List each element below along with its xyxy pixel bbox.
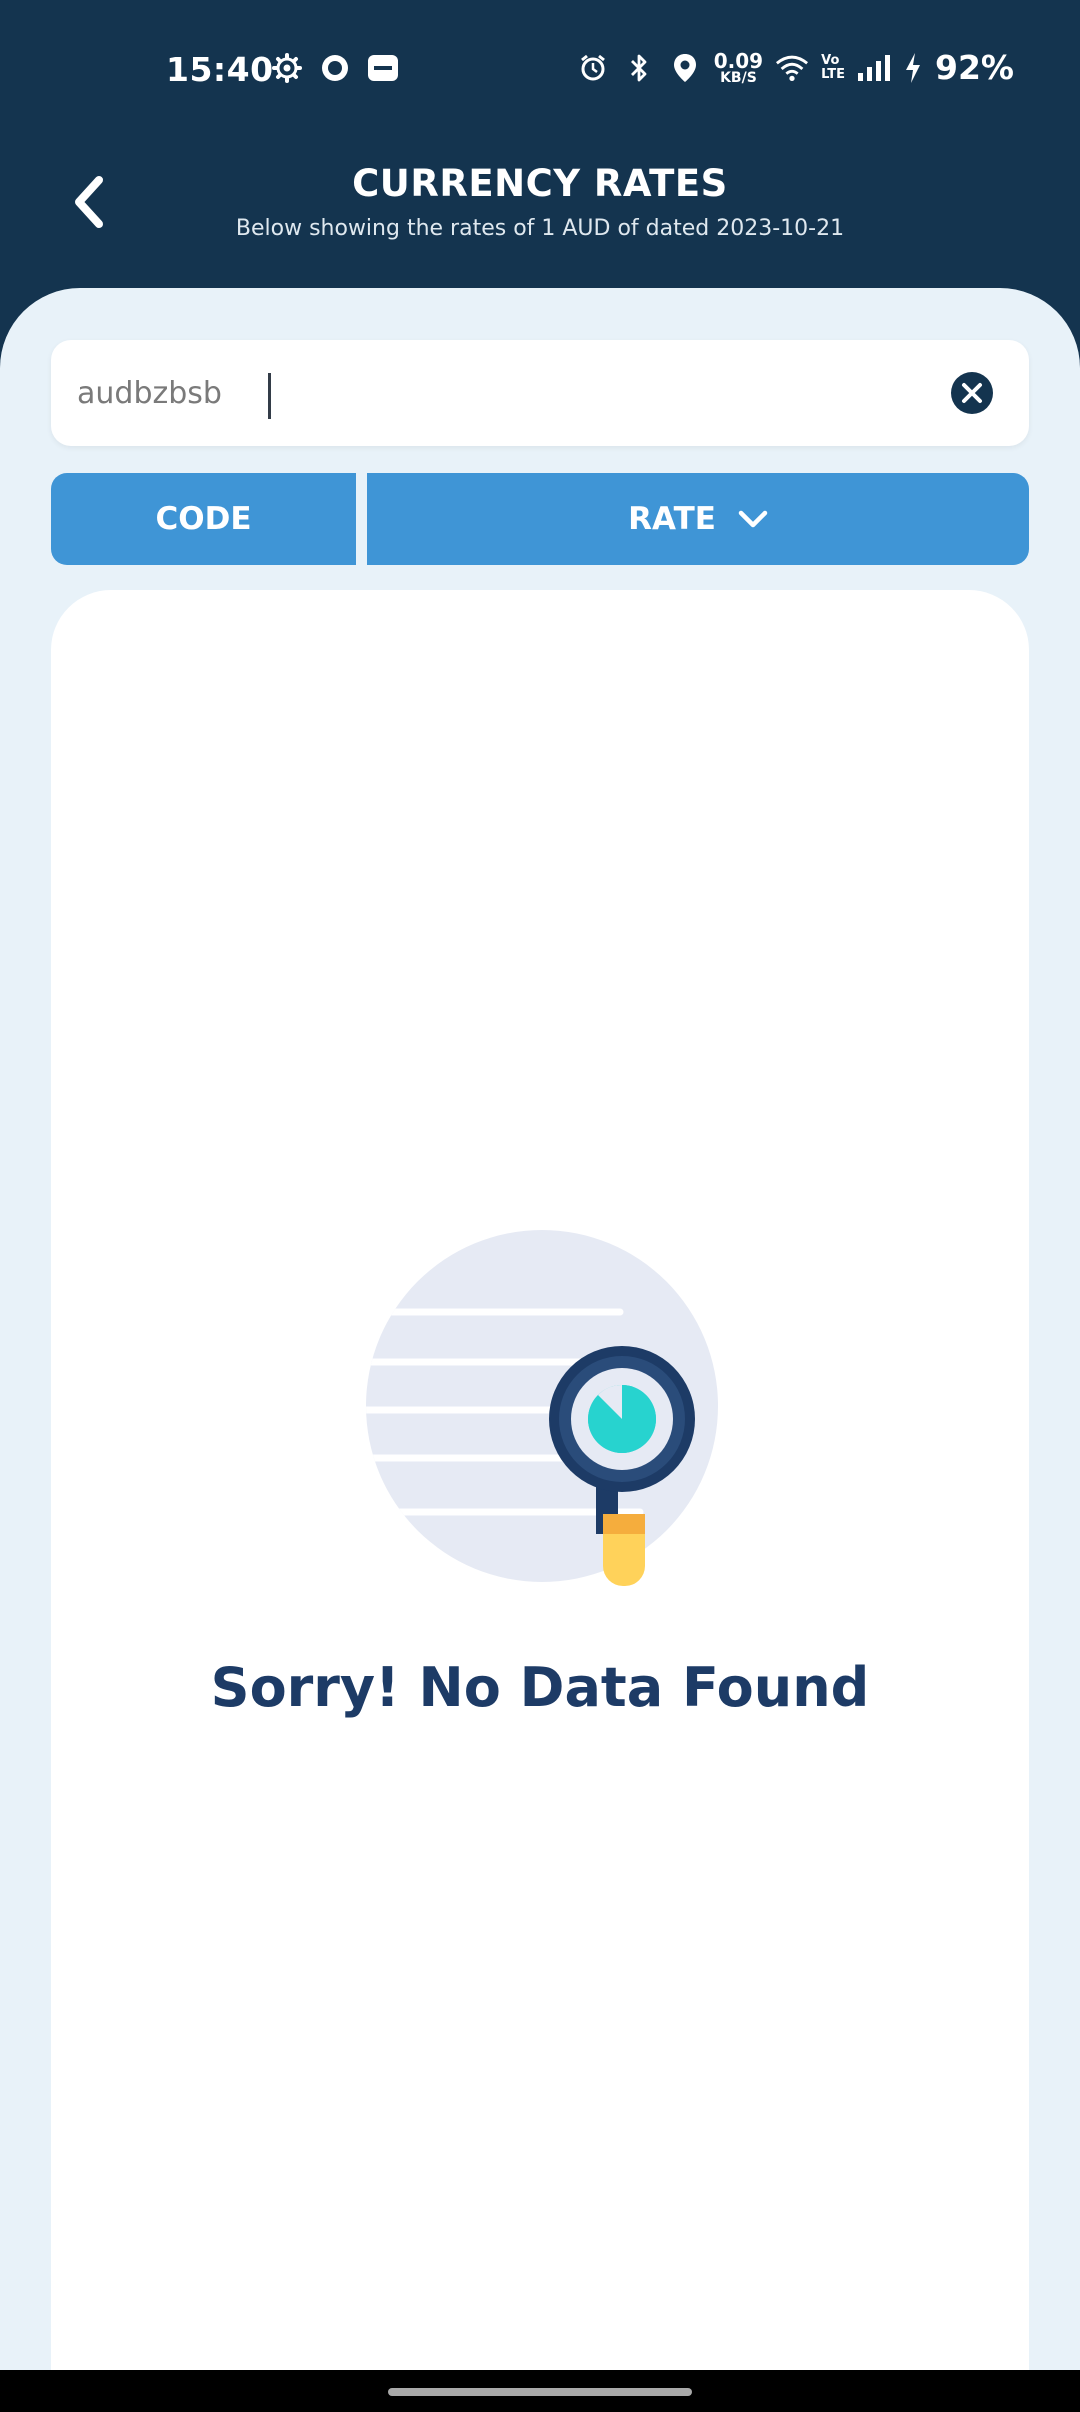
wifi-icon [775,51,809,85]
status-right-icons: 0.09 KB/S Vo LTE 92% [576,48,1014,87]
home-indicator[interactable] [388,2388,692,2396]
net-speed-value: 0.09 [713,48,764,73]
charging-bolt-icon [903,51,923,85]
status-left-icons [270,51,400,85]
code-column-header[interactable]: CODE [51,473,356,565]
close-icon [962,383,982,403]
battery-percentage: 92% [935,48,1014,87]
rate-column-header[interactable]: RATE [367,473,1029,565]
page-title: CURRENCY RATES [352,162,728,205]
empty-state-message: Sorry! No Data Found [210,1656,870,1719]
app-screen: 15:40 0.09 KB/S Vo LTE 92% CURRENCY RATE… [0,0,1080,2412]
signal-icon [857,51,891,85]
net-speed: 0.09 KB/S [714,51,763,85]
status-time: 15:40 [166,50,274,89]
volte-top: Vo [821,52,840,68]
status-bar: 15:40 0.09 KB/S Vo LTE 92% [0,0,1080,140]
paytm-icon [366,51,400,85]
page-subtitle: Below showing the rates of 1 AUD of date… [235,216,845,241]
bluetooth-icon [622,51,656,85]
volte-bottom: LTE [821,66,845,82]
record-circle-icon [318,51,352,85]
chevron-down-icon [738,510,768,528]
location-icon [668,51,702,85]
settings-gear-icon [270,51,304,85]
net-speed-unit: KB/S [720,69,757,86]
no-data-illustration [360,1230,720,1610]
search-box[interactable] [51,340,1029,446]
rate-column-label: RATE [628,501,716,537]
clear-search-button[interactable] [951,372,993,414]
text-cursor [268,373,271,419]
volte-indicator: Vo LTE [821,54,845,81]
alarm-icon [576,51,610,85]
search-input[interactable] [77,364,937,422]
code-column-label: CODE [155,501,252,537]
